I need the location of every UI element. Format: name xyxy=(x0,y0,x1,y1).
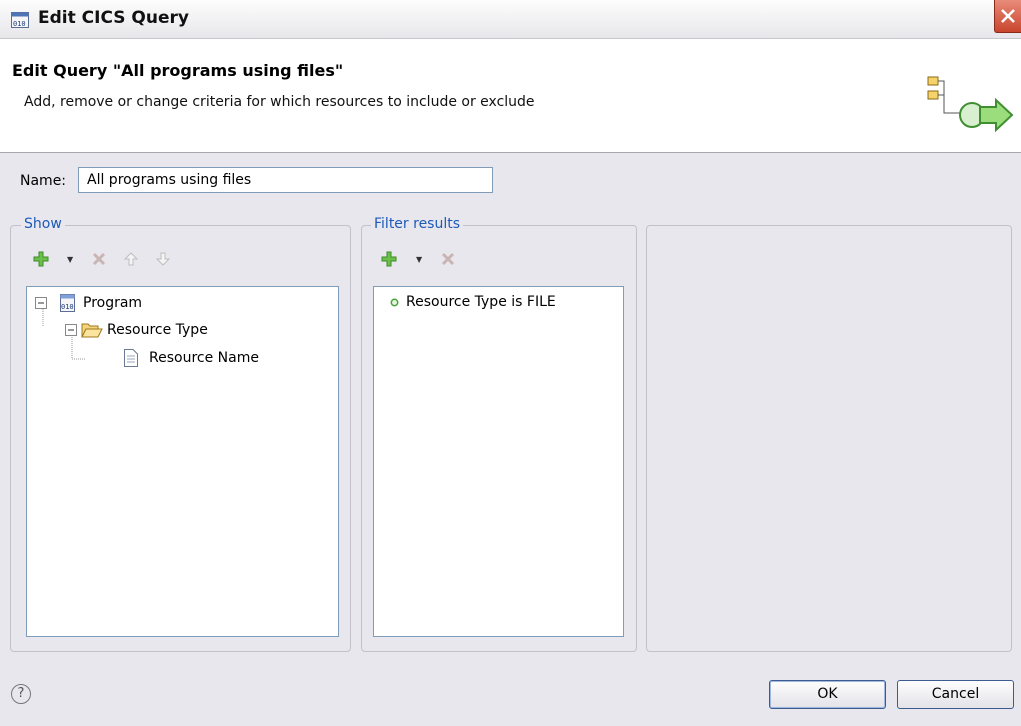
show-tree[interactable]: 010 Program Resource Type Resource Name xyxy=(26,286,339,637)
name-label: Name: xyxy=(20,173,67,189)
collapse-toggle-icon[interactable] xyxy=(35,297,47,309)
query-wizard-icon xyxy=(927,76,1014,133)
add-icon xyxy=(33,251,49,267)
svg-text:010: 010 xyxy=(13,20,26,28)
remove-icon xyxy=(441,252,455,266)
add-dropdown-arrow[interactable]: ▼ xyxy=(67,255,77,265)
tree-item-resource-name[interactable]: Resource Name xyxy=(123,348,259,368)
move-down-button[interactable] xyxy=(153,249,173,269)
move-up-button[interactable] xyxy=(121,249,141,269)
page-title: Edit Query "All programs using files" xyxy=(12,61,344,80)
cancel-button[interactable]: Cancel xyxy=(897,680,1014,709)
remove-show-button[interactable] xyxy=(89,249,109,269)
filter-list[interactable]: Resource Type is FILE xyxy=(373,286,624,637)
details-panel xyxy=(646,225,1012,652)
program-icon: 010 xyxy=(60,294,75,312)
name-input[interactable] xyxy=(78,167,493,193)
header-banner: Edit Query "All programs using files" Ad… xyxy=(0,39,1021,153)
close-icon xyxy=(1001,9,1015,23)
tree-item-resource-type[interactable]: Resource Type xyxy=(65,320,208,340)
add-icon xyxy=(381,251,397,267)
ok-button[interactable]: OK xyxy=(769,680,886,709)
remove-filter-button[interactable] xyxy=(438,249,458,269)
app-icon: 010 xyxy=(11,12,29,28)
close-button[interactable] xyxy=(994,0,1021,33)
tree-item-label: Resource Name xyxy=(149,350,259,366)
title-bar: 010 Edit CICS Query xyxy=(0,0,1021,39)
move-up-icon xyxy=(123,252,139,266)
tree-item-label: Resource Type xyxy=(107,322,208,338)
move-down-icon xyxy=(155,252,171,266)
add-filter-dropdown-arrow[interactable]: ▼ xyxy=(416,255,426,265)
svg-text:010: 010 xyxy=(61,303,74,311)
collapse-toggle-icon[interactable] xyxy=(65,324,77,336)
remove-icon xyxy=(92,252,106,266)
show-group: Show ▼ 010 Program Resource Type Resourc… xyxy=(10,216,351,652)
filter-item-label: Resource Type is FILE xyxy=(406,294,556,310)
help-icon[interactable]: ? xyxy=(11,684,31,704)
filter-results-legend: Filter results xyxy=(371,216,464,232)
bullet-icon xyxy=(390,298,399,306)
add-show-button[interactable] xyxy=(31,249,51,269)
tree-item-program[interactable]: 010 Program xyxy=(35,293,142,313)
add-filter-button[interactable] xyxy=(379,249,399,269)
page-description: Add, remove or change criteria for which… xyxy=(24,94,535,110)
show-legend: Show xyxy=(21,216,65,232)
filter-results-group: Filter results ▼ Resource Type is FILE xyxy=(361,216,637,652)
filter-item[interactable]: Resource Type is FILE xyxy=(390,292,556,312)
window-title: Edit CICS Query xyxy=(38,8,189,28)
dialog-window: 010 Edit CICS Query Edit Query "All prog… xyxy=(0,0,1021,726)
folder-open-icon xyxy=(81,323,103,338)
tree-item-label: Program xyxy=(83,295,143,311)
document-icon xyxy=(124,349,138,367)
